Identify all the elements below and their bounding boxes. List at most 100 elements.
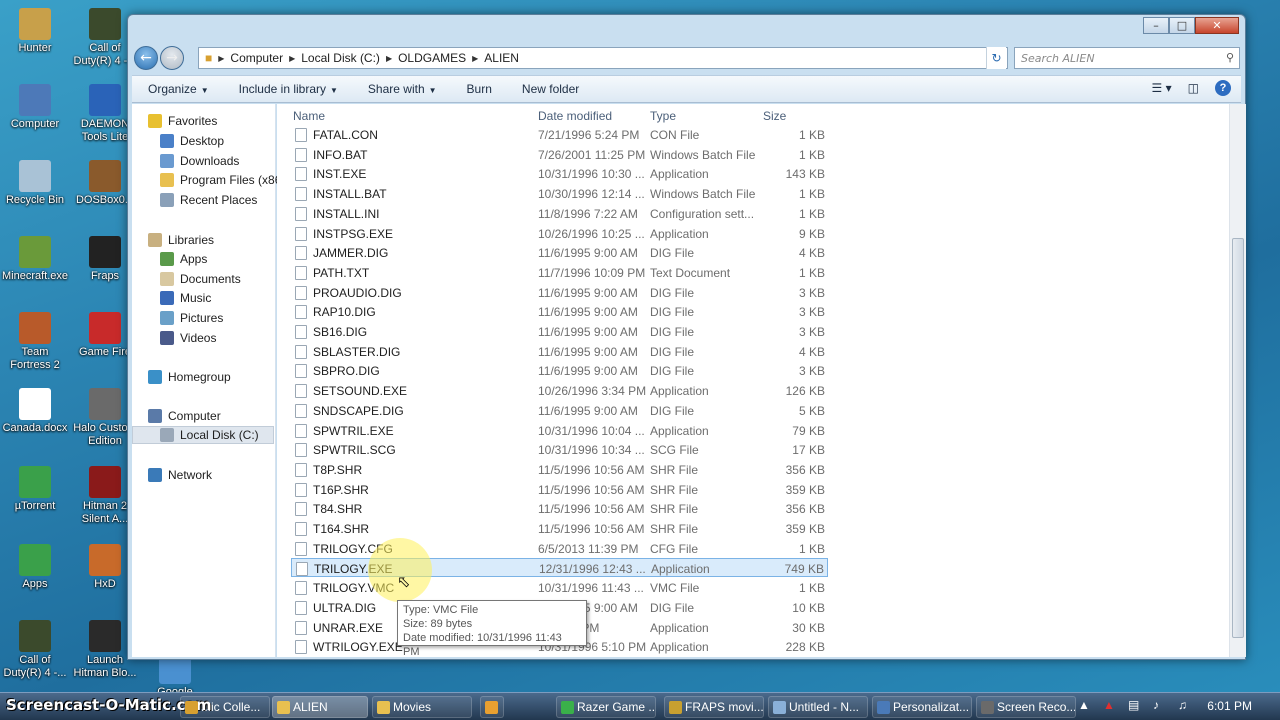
taskbar-app-icon	[561, 701, 574, 714]
help-icon[interactable]: ?	[1215, 80, 1231, 96]
include-in-library-button[interactable]: Include in library ▼	[239, 82, 338, 96]
nav-homegroup[interactable]: Homegroup	[148, 368, 231, 386]
file-row[interactable]: SB16.DIG 11/6/1995 9:00 AM DIG File 3 KB	[291, 322, 828, 341]
nav-videos[interactable]: Videos	[160, 329, 216, 347]
file-row[interactable]: INSTPSG.EXE 10/26/1996 10:25 ... Applicati…	[291, 224, 828, 243]
breadcrumb-computer[interactable]: Computer	[230, 51, 283, 65]
desktop-icon-item[interactable]: Apps	[0, 544, 70, 591]
app-icon	[89, 544, 121, 576]
file-row[interactable]: SPWTRIL.EXE 10/31/1996 10:04 ... Applicati…	[291, 421, 828, 440]
breadcrumb-local-disk[interactable]: Local Disk (C:)	[301, 51, 380, 65]
column-size[interactable]: Size	[763, 109, 786, 123]
tray-chevron-icon[interactable]: ▲	[1078, 698, 1090, 712]
nav-local-disk[interactable]: Local Disk (C:)	[132, 426, 274, 444]
breadcrumb-alien[interactable]: ALIEN	[484, 51, 519, 65]
nav-recent-places[interactable]: Recent Places	[160, 191, 257, 209]
file-row[interactable]: SPWTRIL.SCG 10/31/1996 10:34 ... SCG File 1…	[291, 440, 828, 459]
address-bar[interactable]: ■ ▶ Computer ▶ Local Disk (C:) ▶ OLDGAME…	[198, 47, 1008, 69]
forward-button[interactable]: →	[160, 46, 184, 70]
file-date: 10/31/1996 11:43 ...	[538, 581, 644, 596]
share-with-button[interactable]: Share with ▼	[368, 82, 437, 96]
refresh-icon[interactable]: ↻	[986, 47, 1006, 69]
file-row[interactable]: FATAL.CON 7/21/1996 5:24 PM CON File 1 KB	[291, 125, 828, 144]
nav-favorites[interactable]: Favorites	[148, 112, 217, 130]
taskbar-button[interactable]: Personalizat...	[872, 696, 972, 718]
file-row[interactable]: INST.EXE 10/31/1996 10:30 ... Application 1…	[291, 164, 828, 183]
file-row[interactable]: INSTALL.INI 11/8/1996 7:22 AM Configuratio…	[291, 204, 828, 223]
desktop-icon-item[interactable]: Computer	[0, 84, 70, 131]
volume-icon[interactable]: ♪	[1153, 698, 1159, 712]
file-row[interactable]: JAMMER.DIG 11/6/1995 9:00 AM DIG File 4 KB	[291, 243, 828, 262]
nav-downloads[interactable]: Downloads	[160, 152, 239, 170]
desktop-icon-item[interactable]: Team Fortress 2	[0, 312, 70, 372]
file-row[interactable]: T8P.SHR 11/5/1996 10:56 AM SHR File 356 KB	[291, 460, 828, 479]
taskbar-button[interactable]: ALIEN	[272, 696, 368, 718]
preview-pane-icon[interactable]: ◫	[1188, 81, 1199, 95]
taskbar-button[interactable]	[480, 696, 504, 718]
file-date: 10/31/1996 10:30 ...	[538, 167, 645, 182]
speaker-icon[interactable]: ♫	[1178, 698, 1187, 712]
file-row[interactable]: SNDSCAPE.DIG 11/6/1995 9:00 AM DIG File 5 K…	[291, 401, 828, 420]
title-bar[interactable]: – □ ✕	[128, 15, 1245, 41]
nav-network[interactable]: Network	[148, 466, 212, 484]
file-row[interactable]: T16P.SHR 11/5/1996 10:56 AM SHR File 359 KB	[291, 480, 828, 499]
file-name: WTRILOGY.EXE	[313, 640, 403, 655]
nav-music[interactable]: Music	[160, 289, 211, 307]
file-type: SHR File	[650, 482, 699, 497]
organize-button[interactable]: Organize ▼	[148, 82, 209, 96]
file-row[interactable]: T84.SHR 11/5/1996 10:56 AM SHR File 356 KB	[291, 499, 828, 518]
tray-app-icon[interactable]: ▲	[1103, 698, 1115, 712]
search-icon[interactable]: ⚲	[1226, 51, 1234, 64]
file-row[interactable]: PATH.TXT 11/7/1996 10:09 PM Text Document 1…	[291, 263, 828, 282]
desktop-icon-item[interactable]: Hunter	[0, 8, 70, 55]
nav-documents[interactable]: Documents	[160, 270, 241, 288]
minimize-button[interactable]: –	[1143, 17, 1169, 34]
nav-libraries[interactable]: Libraries	[148, 231, 214, 249]
desktop-icon-item[interactable]: Minecraft.exe	[0, 236, 70, 283]
file-row[interactable]: SETSOUND.EXE 10/26/1996 3:34 PM Applicatio…	[291, 381, 828, 400]
taskbar-button[interactable]: ...ic Colle...	[180, 696, 270, 718]
file-row[interactable]: RAP10.DIG 11/6/1995 9:00 AM DIG File 3 KB	[291, 302, 828, 321]
column-date-modified[interactable]: Date modified	[538, 109, 612, 123]
file-row[interactable]: INSTALL.BAT 10/30/1996 12:14 ... Windows B…	[291, 184, 828, 203]
taskbar-button[interactable]: Razer Game ...	[556, 696, 656, 718]
breadcrumb-chevron-icon[interactable]: ▶	[218, 54, 224, 63]
file-row[interactable]: INFO.BAT 7/26/2001 11:25 PM Windows Batch …	[291, 145, 828, 164]
file-size: 749 KB	[784, 562, 824, 577]
nav-apps[interactable]: Apps	[160, 250, 207, 268]
maximize-button[interactable]: □	[1169, 17, 1195, 34]
taskbar-button[interactable]: Screen Reco...	[976, 696, 1076, 718]
file-row[interactable]: PROAUDIO.DIG 11/6/1995 9:00 AM DIG File 3 K…	[291, 283, 828, 302]
taskbar-button[interactable]: FRAPS movi...	[664, 696, 764, 718]
breadcrumb-oldgames[interactable]: OLDGAMES	[398, 51, 466, 65]
desktop-icon-item[interactable]: Canada.docx	[0, 388, 70, 435]
nav-desktop[interactable]: Desktop	[160, 132, 224, 150]
nav-computer[interactable]: Computer	[148, 407, 221, 425]
new-folder-button[interactable]: New folder	[522, 82, 579, 96]
tooltip-size: Size: 89 bytes	[403, 618, 473, 630]
breadcrumb-chevron-icon[interactable]: ▶	[472, 54, 478, 63]
clock[interactable]: 6:01 PM	[1207, 699, 1252, 713]
scrollbar-thumb[interactable]	[1232, 238, 1244, 638]
column-name[interactable]: Name	[293, 109, 325, 123]
breadcrumb-chevron-icon[interactable]: ▶	[289, 54, 295, 63]
desktop-icon-item[interactable]: Recycle Bin	[0, 160, 70, 207]
column-type[interactable]: Type	[650, 109, 676, 123]
back-button[interactable]: ←	[134, 46, 158, 70]
file-row[interactable]: T164.SHR 11/5/1996 10:56 AM SHR File 359 KB	[291, 519, 828, 538]
nav-program-files[interactable]: Program Files (x86)	[160, 171, 285, 189]
desktop-icon-item[interactable]: Call of Duty(R) 4 -...	[0, 620, 70, 680]
desktop-icon-item[interactable]: µTorrent	[0, 466, 70, 513]
search-input[interactable]: Search ALIEN ⚲	[1014, 47, 1240, 69]
close-button[interactable]: ✕	[1195, 17, 1239, 34]
taskbar-button[interactable]: Untitled - N...	[768, 696, 868, 718]
file-row[interactable]: SBLASTER.DIG 11/6/1995 9:00 AM DIG File 4 K…	[291, 342, 828, 361]
taskbar-button[interactable]: Movies	[372, 696, 472, 718]
vertical-scrollbar[interactable]	[1229, 104, 1246, 657]
nav-pictures[interactable]: Pictures	[160, 309, 223, 327]
file-row[interactable]: SBPRO.DIG 11/6/1995 9:00 AM DIG File 3 KB	[291, 361, 828, 380]
burn-button[interactable]: Burn	[467, 82, 492, 96]
network-tray-icon[interactable]: ▤	[1128, 698, 1139, 712]
view-options-icon[interactable]: ☰ ▾	[1152, 81, 1172, 95]
breadcrumb-chevron-icon[interactable]: ▶	[386, 54, 392, 63]
